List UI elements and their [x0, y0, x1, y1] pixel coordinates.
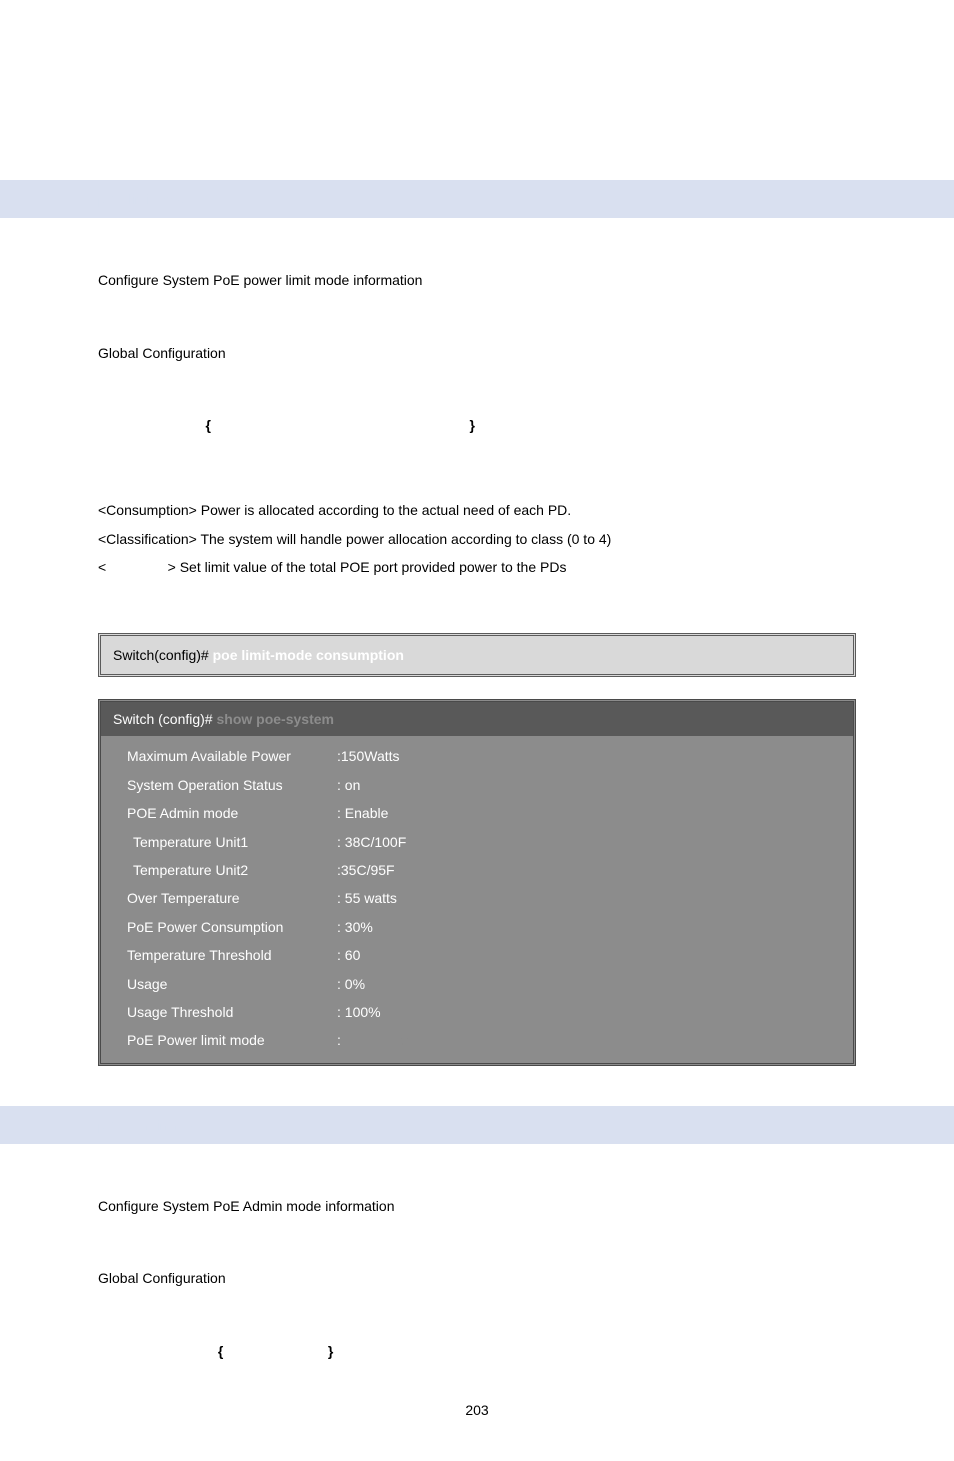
- codebox-cmd-text: show poe-system: [216, 711, 333, 727]
- description-text: Configure System PoE Admin mode informat…: [98, 1195, 856, 1217]
- codebox-output: Switch (config)# show poe-system Maximum…: [98, 699, 856, 1066]
- mode-text: Global Configuration: [98, 342, 856, 364]
- table-row: PoE Power Consumption: 30%: [113, 913, 841, 941]
- row-value: : 0%: [337, 973, 827, 995]
- row-value: :35C/95F: [337, 859, 827, 881]
- param-line: <Classification> The system will handle …: [98, 528, 856, 550]
- codebox-output-header: Switch (config)# show poe-system: [101, 702, 853, 736]
- section-bar-limit-mode: poe limit-mode: [0, 180, 954, 218]
- brace-close: }: [469, 414, 474, 436]
- description-label: Description:: [98, 240, 856, 262]
- row-value: : 38C/100F: [337, 831, 827, 853]
- row-value: :150Watts: [337, 745, 827, 767]
- row-label: Maximum Available Power: [127, 745, 337, 767]
- syntax-opt: Consumption: [375, 414, 465, 436]
- row-value: : 55 watts: [337, 887, 827, 909]
- table-row: Usage: 0%: [113, 970, 841, 998]
- row-label: Temperature Unit2: [127, 859, 337, 881]
- syntax-cmd: poe limit-mode: [98, 414, 198, 436]
- params-label: Parameters:: [98, 459, 856, 481]
- syntax-cmd: poe admin-mode: [98, 1340, 210, 1362]
- row-label: Temperature Threshold: [127, 944, 337, 966]
- codebox-prompt: Switch (config)#: [113, 711, 213, 727]
- mode-label: Command Mode:: [98, 1239, 856, 1261]
- table-row: Maximum Available Power:150Watts: [113, 742, 841, 770]
- row-label: PoE Power Consumption: [127, 916, 337, 938]
- row-value: : Enable: [337, 802, 827, 824]
- syntax-opt: enable: [227, 1340, 271, 1362]
- example-label: Example:: [98, 602, 856, 624]
- row-label: PoE Power limit mode: [127, 1029, 337, 1051]
- syntax-opt: Port-limit: [215, 414, 276, 436]
- page-number: 203: [98, 1399, 856, 1421]
- param-line: <Consumption> Power is allocated accordi…: [98, 499, 856, 521]
- table-row: Over Temperature: 55 watts: [113, 884, 841, 912]
- mode-text: Global Configuration: [98, 1267, 856, 1289]
- row-label: POE Admin mode: [127, 802, 337, 824]
- output-table: Maximum Available Power:150WattsSystem O…: [113, 742, 841, 1054]
- syntax-label: Syntax:: [98, 1312, 856, 1334]
- description-text: Configure System PoE power limit mode in…: [98, 269, 856, 291]
- row-value: : 30%: [337, 916, 827, 938]
- table-row: Usage Threshold: 100%: [113, 998, 841, 1026]
- row-label: Temperature Unit1: [127, 831, 337, 853]
- syntax-line-2: poe admin-mode { enable | disable }: [98, 1340, 856, 1362]
- row-value: : 100%: [337, 1001, 827, 1023]
- section-bar-admin-mode: poe admin-mode: [0, 1106, 954, 1144]
- row-value: : consumption: [337, 1029, 827, 1051]
- codebox-cmd-text: poe limit-mode consumption: [213, 647, 404, 663]
- param-line: <Port-limit> Set limit value of the tota…: [98, 556, 856, 578]
- params-block: <Consumption> Power is allocated accordi…: [98, 499, 856, 578]
- table-row: Temperature Unit1: 38C/100F: [113, 828, 841, 856]
- bar-cmd: poe admin-mode: [98, 1117, 210, 1133]
- syntax-line: poe limit-mode { Port-limit | Classifica…: [98, 414, 856, 436]
- syntax-opt: disable: [276, 1340, 324, 1362]
- row-value: : 60: [337, 944, 827, 966]
- row-value: : on: [337, 774, 827, 796]
- row-label: Over Temperature: [127, 887, 337, 909]
- mode-label: Command Mode:: [98, 313, 856, 335]
- table-row: Temperature Unit2:35C/95F: [113, 856, 841, 884]
- syntax-label: Syntax:: [98, 386, 856, 408]
- table-row: PoE Power limit mode: consumption: [113, 1026, 841, 1054]
- brace-open: {: [218, 1340, 223, 1362]
- syntax-opt: Classification: [280, 414, 371, 436]
- brace-open: {: [205, 414, 210, 436]
- row-label: System Operation Status: [127, 774, 337, 796]
- table-row: Temperature Threshold: 60: [113, 941, 841, 969]
- codebox-prompt: Switch(config)#: [113, 647, 209, 663]
- codebox-cmd: Switch(config)# poe limit-mode consumpti…: [98, 633, 856, 677]
- row-label: Usage Threshold: [127, 1001, 337, 1023]
- table-row: POE Admin mode: Enable: [113, 799, 841, 827]
- table-row: System Operation Status: on: [113, 771, 841, 799]
- description-label: Description:: [98, 1166, 856, 1188]
- row-label: Usage: [127, 973, 337, 995]
- brace-close: }: [328, 1340, 333, 1362]
- bar-cmd: poe limit-mode: [98, 191, 198, 207]
